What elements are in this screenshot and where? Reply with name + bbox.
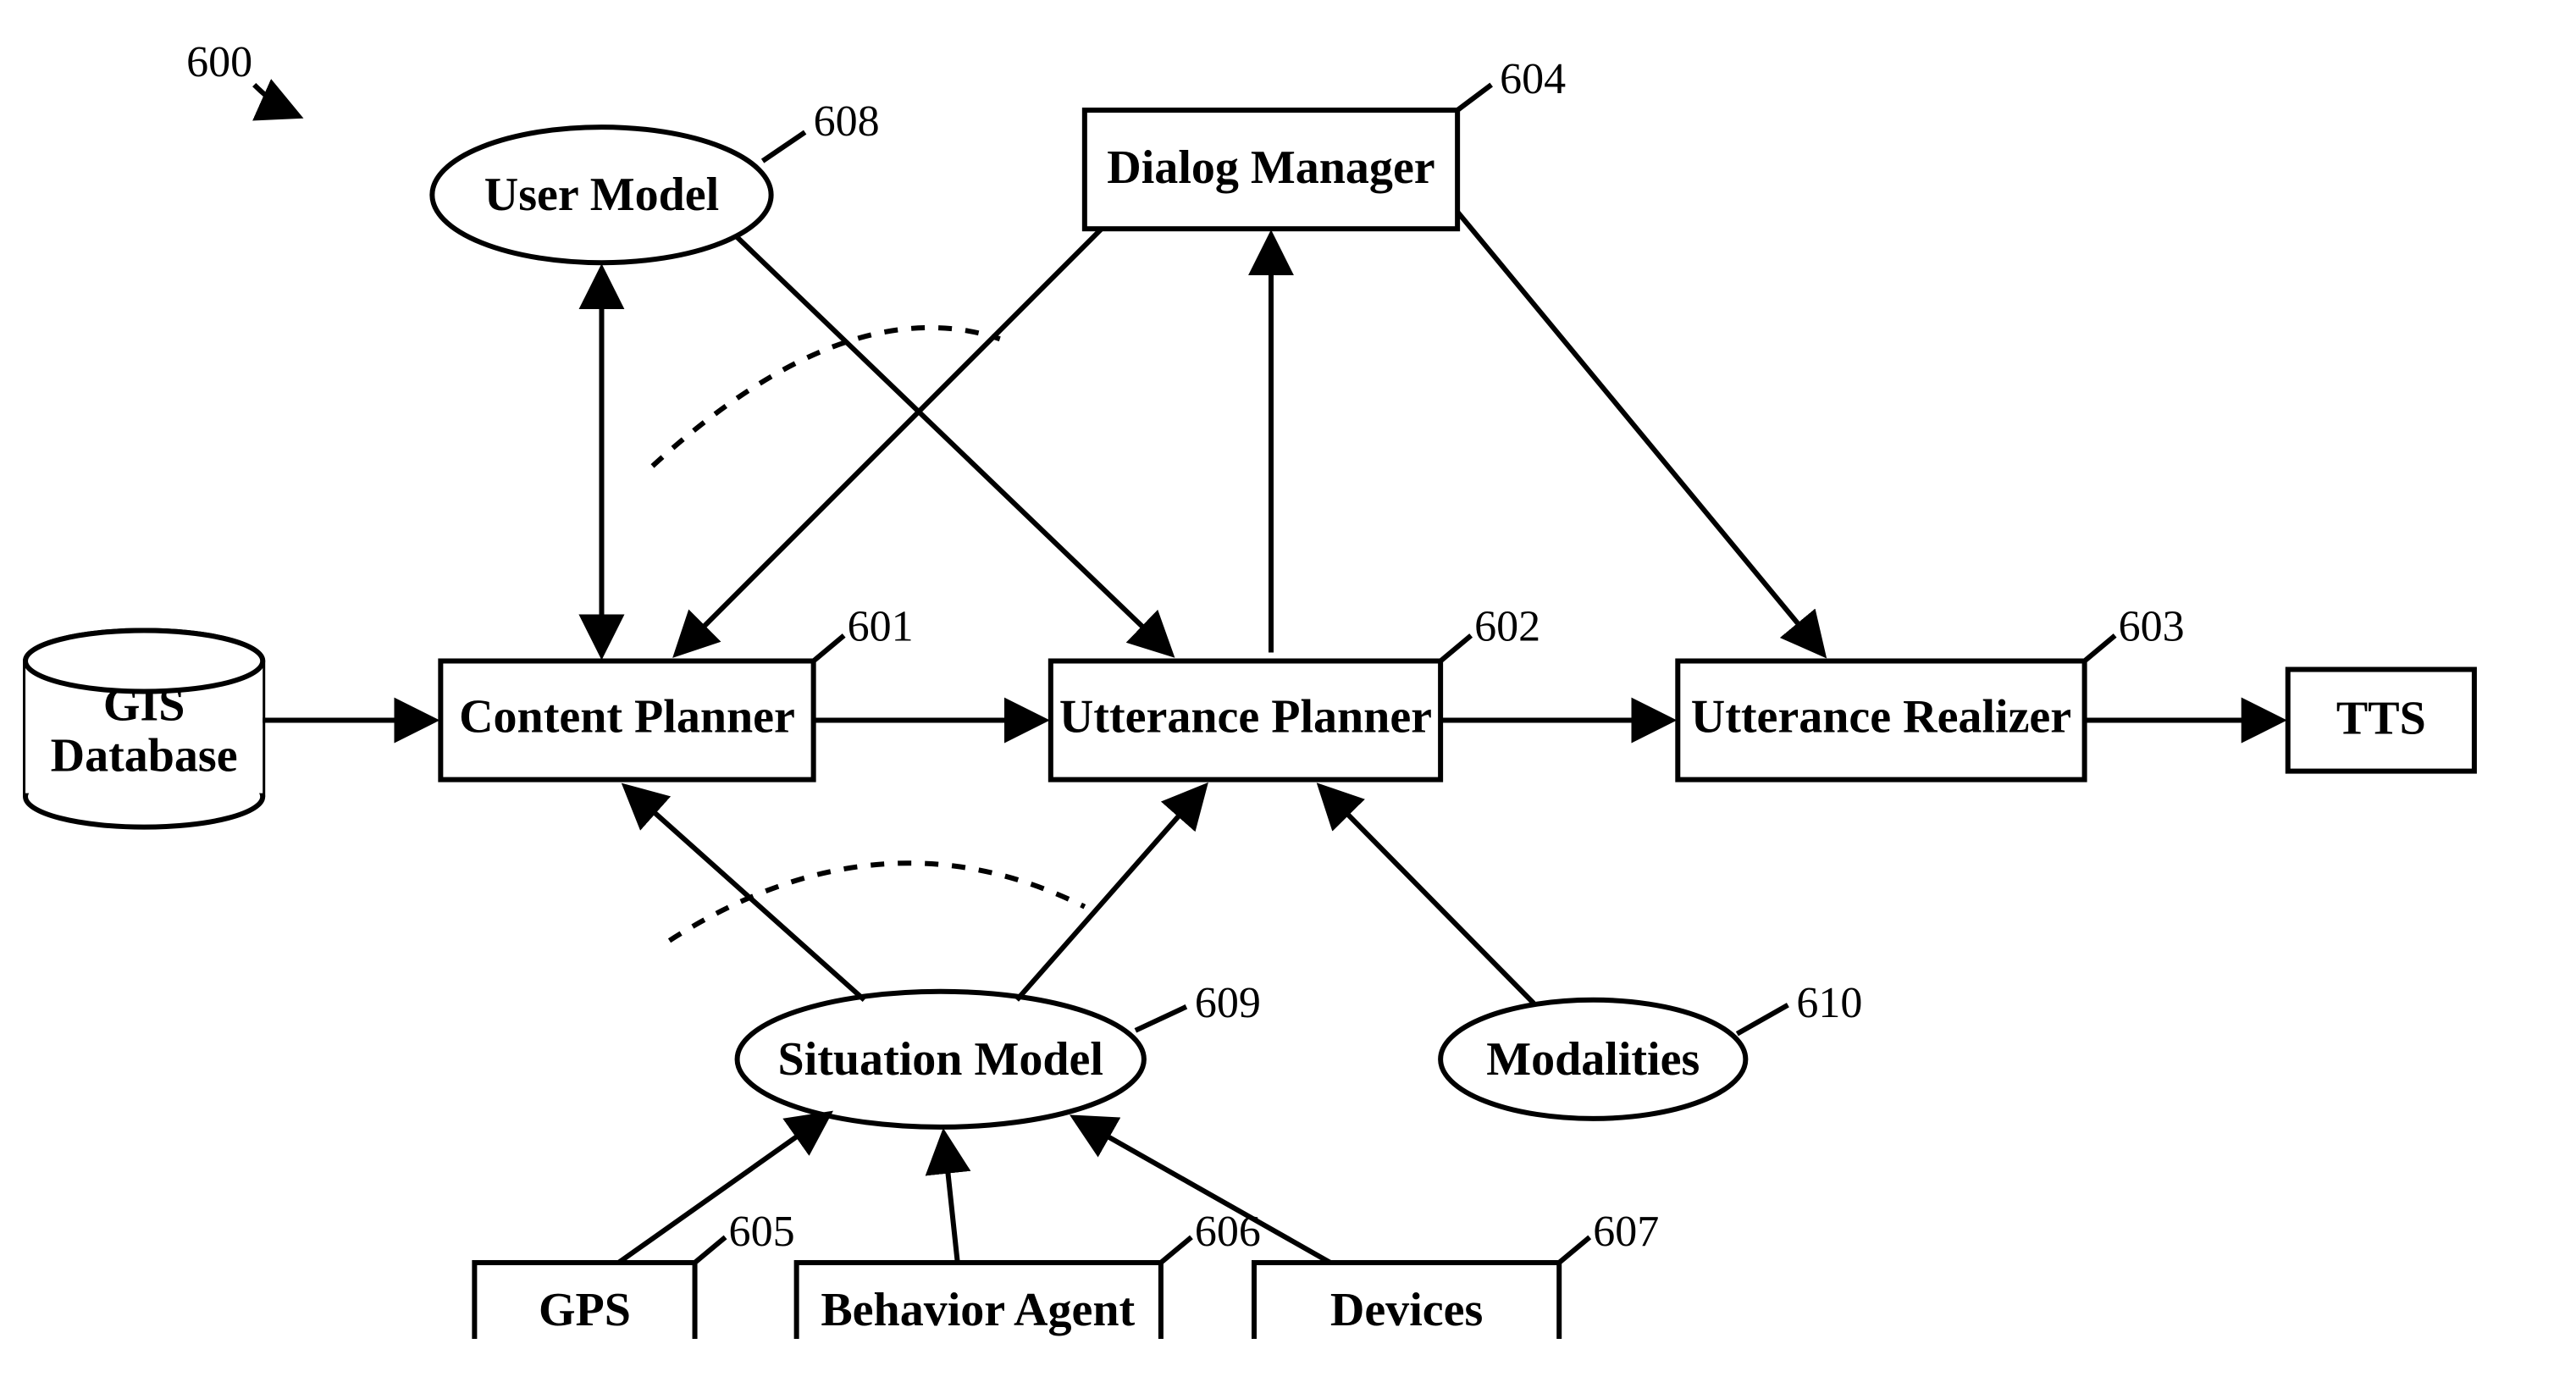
behavior-agent-label: Behavior Agent bbox=[821, 1284, 1135, 1336]
user-model-node: User Model 608 bbox=[432, 97, 879, 263]
figure-ref-number: 600 bbox=[186, 38, 252, 86]
gis-database-node: GIS Database bbox=[25, 630, 263, 827]
situation-model-ref: 609 bbox=[1195, 979, 1261, 1027]
situation-model-label: Situation Model bbox=[778, 1033, 1103, 1086]
diagram-canvas: 600 GIS Database Content Planner 601 Utt… bbox=[0, 0, 2576, 1339]
content-planner-node: Content Planner 601 bbox=[440, 602, 913, 779]
devices-node: Devices 607 bbox=[1254, 1208, 1659, 1339]
tts-node: TTS bbox=[2288, 670, 2474, 771]
edge-modalities-to-utterance bbox=[1322, 788, 1534, 1004]
gis-label-2: Database bbox=[51, 730, 238, 782]
gps-label: GPS bbox=[539, 1284, 631, 1336]
devices-ref: 607 bbox=[1593, 1208, 1659, 1256]
devices-label: Devices bbox=[1330, 1284, 1483, 1336]
context-arc-bottom bbox=[670, 863, 1085, 940]
user-model-ref: 608 bbox=[814, 97, 880, 146]
figure-ref: 600 bbox=[186, 38, 296, 115]
modalities-label: Modalities bbox=[1486, 1033, 1700, 1086]
user-model-label: User Model bbox=[484, 169, 719, 221]
edge-dialog-to-realizer bbox=[1457, 212, 1821, 652]
situation-model-node: Situation Model 609 bbox=[738, 979, 1261, 1127]
dialog-manager-label: Dialog Manager bbox=[1107, 141, 1434, 194]
modalities-node: Modalities 610 bbox=[1440, 979, 1862, 1119]
dialog-manager-node: Dialog Manager 604 bbox=[1085, 55, 1566, 229]
tts-label: TTS bbox=[2336, 693, 2426, 745]
content-planner-label: Content Planner bbox=[459, 691, 795, 744]
edge-usermodel-to-utterance bbox=[738, 237, 1169, 652]
content-planner-ref: 601 bbox=[848, 602, 914, 650]
modalities-ref: 610 bbox=[1796, 979, 1862, 1027]
gis-label-1: GIS bbox=[103, 679, 185, 732]
utterance-planner-label: Utterance Planner bbox=[1059, 691, 1432, 744]
utterance-realizer-node: Utterance Realizer 603 bbox=[1678, 602, 2184, 779]
gps-ref: 605 bbox=[729, 1208, 795, 1256]
utterance-planner-node: Utterance Planner 602 bbox=[1051, 602, 1540, 779]
context-arc-top bbox=[653, 328, 1000, 466]
utterance-planner-ref: 602 bbox=[1474, 602, 1540, 650]
edge-behavior-to-situation bbox=[944, 1136, 958, 1263]
edge-situation-to-content bbox=[627, 788, 864, 1000]
utterance-realizer-ref: 603 bbox=[2119, 602, 2185, 650]
utterance-realizer-label: Utterance Realizer bbox=[1691, 691, 2071, 744]
edge-dialog-to-content bbox=[678, 229, 1102, 652]
behavior-agent-node: Behavior Agent 606 bbox=[797, 1208, 1261, 1339]
dialog-manager-ref: 604 bbox=[1500, 55, 1566, 103]
edge-situation-to-utterance bbox=[1017, 788, 1203, 1000]
gps-node: GPS 605 bbox=[474, 1208, 794, 1339]
